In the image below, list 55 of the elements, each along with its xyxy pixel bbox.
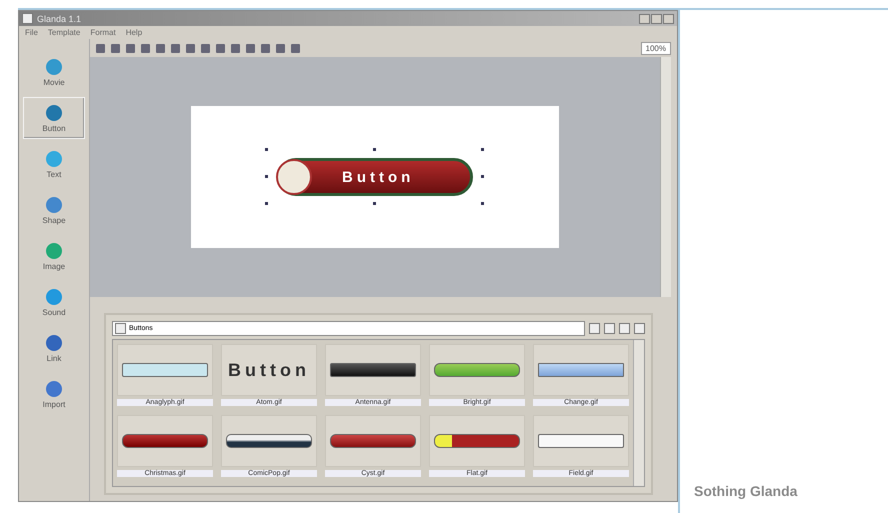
selection-handle[interactable] xyxy=(265,148,268,151)
window-title: Glanda 1.1 xyxy=(37,14,82,24)
app-icon xyxy=(22,13,33,24)
thumbnail-text: Button xyxy=(228,360,310,380)
selection-handle[interactable] xyxy=(373,148,376,151)
tool-icon xyxy=(45,150,63,168)
library-tool-icon[interactable] xyxy=(604,323,615,334)
selection-handle[interactable] xyxy=(481,202,484,205)
tool-button[interactable]: Sound xyxy=(23,281,85,323)
tool-button[interactable]: Link xyxy=(23,327,85,369)
menu-item[interactable]: Format xyxy=(90,28,116,37)
tool-button[interactable]: Shape xyxy=(23,189,85,231)
tool-icon xyxy=(45,288,63,306)
tool-icon xyxy=(45,104,63,122)
tool-icon xyxy=(45,196,63,214)
zoom-dropdown[interactable]: 100% xyxy=(640,42,671,54)
button-thumbnail[interactable] xyxy=(429,344,525,396)
selection-handle[interactable] xyxy=(373,202,376,205)
tool-icon xyxy=(45,380,63,398)
selection-handle[interactable] xyxy=(481,148,484,151)
button-thumbnail[interactable] xyxy=(221,415,317,467)
tool-button[interactable]: Movie xyxy=(23,51,85,93)
maximize-button[interactable] xyxy=(651,14,662,24)
button-thumbnail[interactable] xyxy=(325,415,421,467)
tool-icon xyxy=(45,242,63,260)
button-thumbnail[interactable]: Button xyxy=(221,344,317,396)
library-tool-icon[interactable] xyxy=(619,323,630,334)
menu-item[interactable]: Help xyxy=(126,28,142,37)
button-preview[interactable]: Button xyxy=(277,158,473,196)
scrollbar[interactable] xyxy=(633,340,644,486)
tool-button[interactable]: Text xyxy=(23,143,85,185)
scrollbar[interactable] xyxy=(660,57,671,297)
minimize-button[interactable] xyxy=(639,14,650,24)
button-thumbnail[interactable] xyxy=(533,344,629,396)
folder-icon xyxy=(115,323,126,334)
avatar-circle xyxy=(276,159,312,195)
button-thumbnail[interactable] xyxy=(117,344,213,396)
tool-icon xyxy=(45,58,63,76)
button-thumbnail[interactable] xyxy=(325,344,421,396)
menu-item[interactable]: Template xyxy=(48,28,80,37)
selection-handle[interactable] xyxy=(481,175,484,178)
library-tool-icon[interactable] xyxy=(634,323,645,334)
selection-handle[interactable] xyxy=(265,175,268,178)
tool-icon xyxy=(45,334,63,352)
tool-button[interactable]: Image xyxy=(23,235,85,277)
close-button[interactable] xyxy=(663,14,674,24)
tool-button[interactable]: Button xyxy=(23,97,85,139)
button-thumbnail[interactable] xyxy=(117,415,213,467)
selection-handle[interactable] xyxy=(265,202,268,205)
menu-item[interactable]: File xyxy=(25,28,38,37)
button-thumbnail[interactable] xyxy=(533,415,629,467)
caption: Sothing Glanda xyxy=(694,483,798,499)
tool-button[interactable]: Import xyxy=(23,373,85,415)
button-thumbnail[interactable] xyxy=(429,415,525,467)
library-tool-icon[interactable] xyxy=(589,323,600,334)
